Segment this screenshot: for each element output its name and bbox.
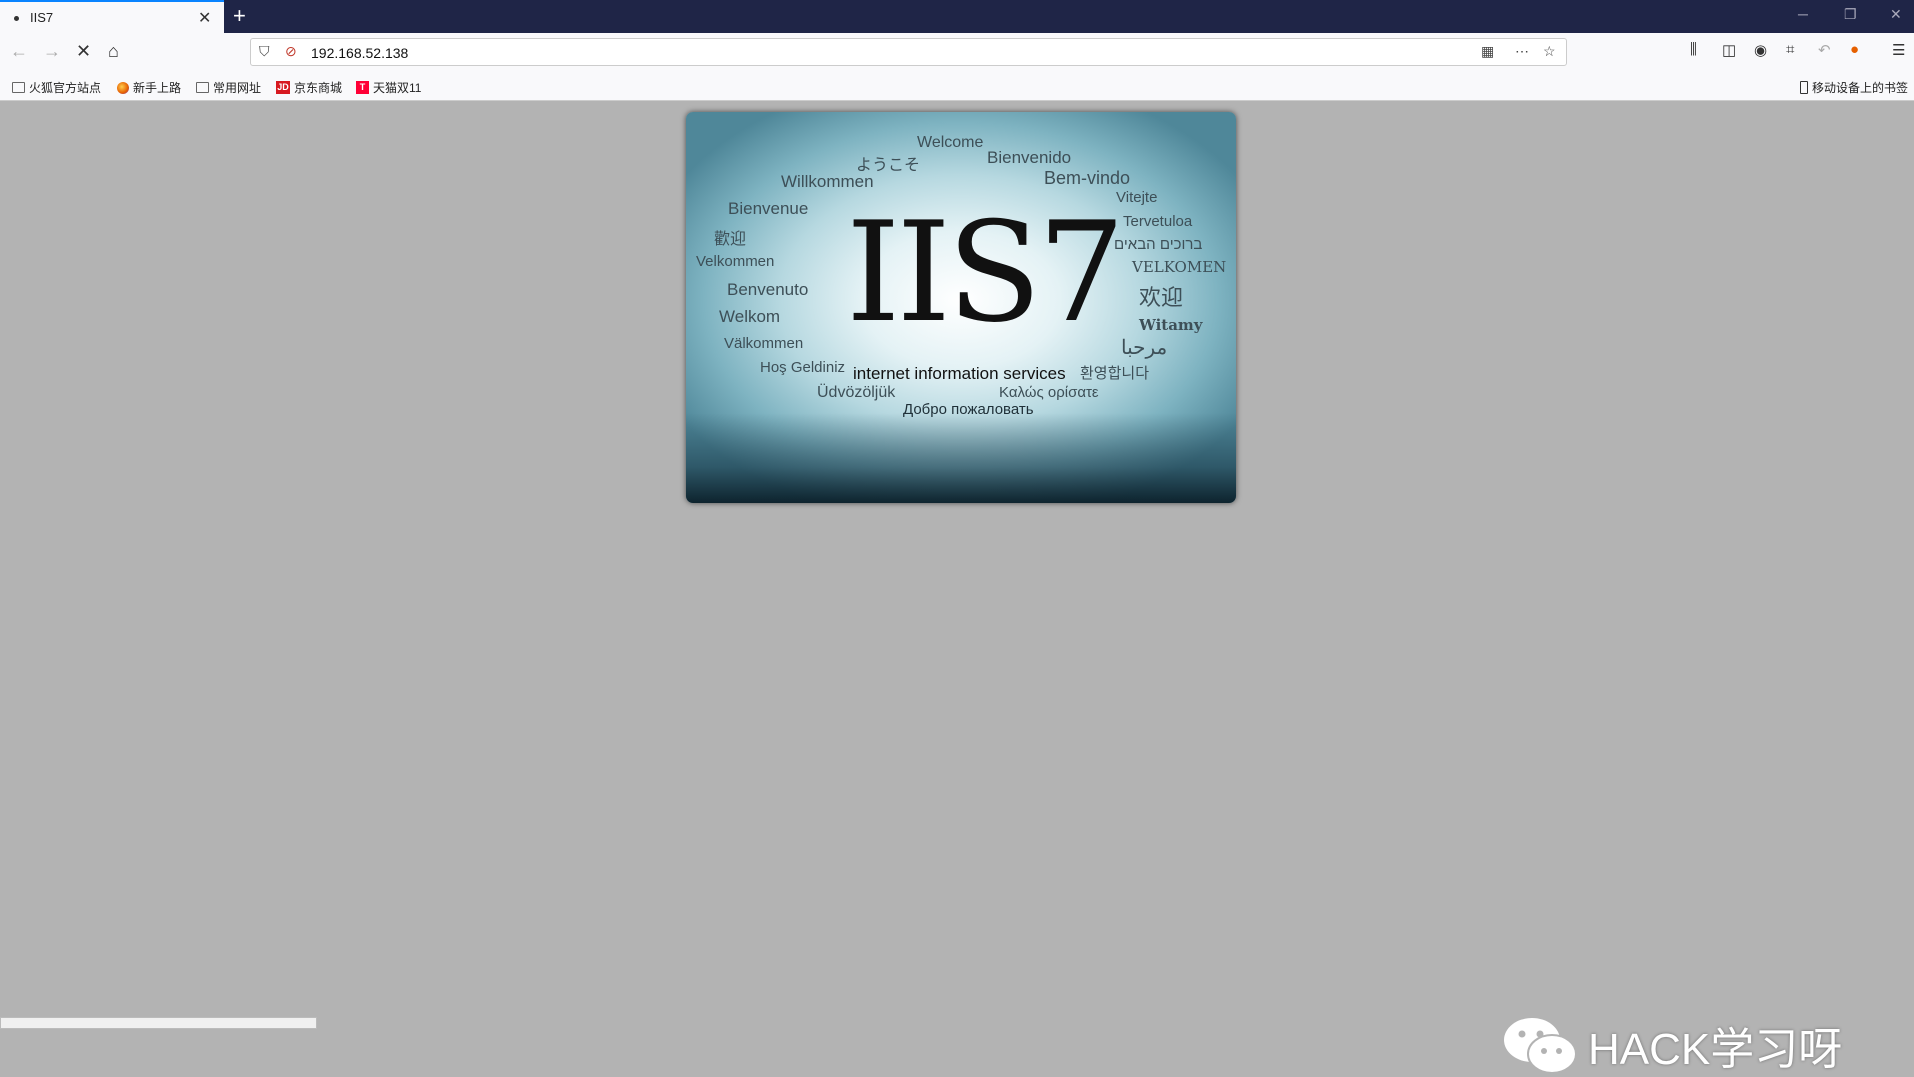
welcome-word: Καλώς ορίσατε [999,384,1099,401]
forward-icon[interactable]: → [43,41,61,62]
tab-bar: IIS7 ✕ + ─ ❐ ✕ [0,0,1914,33]
tmall-icon: T [356,81,369,94]
account-icon[interactable]: ◉ [1754,41,1767,59]
bookmark-label: 天猫双11 [373,81,422,95]
welcome-word: Benvenuto [727,280,809,299]
folder-icon [196,82,209,93]
iis7-subtitle: internet information services [853,364,1066,383]
library-icon[interactable]: ⫼ [1690,41,1697,58]
welcome-word: 欢迎 [1139,286,1184,311]
welcome-word: Welkom [719,307,781,326]
bookmark-item[interactable]: T 天猫双11 [356,79,421,96]
bookmark-label: 火狐官方站点 [29,81,102,95]
bookmark-label: 新手上路 [133,81,182,95]
bookmark-label: 京东商城 [294,81,343,95]
bookmark-star-icon[interactable]: ☆ [1543,43,1556,60]
watermark-text: HACK学习呀 [1588,1025,1843,1074]
welcome-word: Välkommen [724,335,804,352]
wechat-icon [1504,1018,1577,1074]
welcome-word: Tervetuloa [1123,213,1193,230]
sidebar-icon[interactable]: ◫ [1722,41,1736,59]
bookmark-item[interactable]: JD 京东商城 [276,79,342,96]
welcome-word: Bienvenue [728,199,809,218]
welcome-word: مرحبا [1121,335,1168,359]
undo-icon[interactable]: ↶ [1818,41,1831,59]
status-bar [0,1017,317,1029]
jd-icon: JD [276,81,290,94]
iis7-logo: IIS7 [846,192,1125,353]
bookmark-label: 常用网址 [213,81,262,95]
welcome-word: 환영합니다 [1080,365,1150,382]
firefox-icon [117,81,129,94]
bookmarks-bar: 火狐官方站点 新手上路 常用网址 JD 京东商城 T 天猫双11 移动设备上的书… [0,71,1914,101]
minimize-icon[interactable]: ─ [1798,6,1808,22]
bookmark-item[interactable]: 常用网址 [196,79,261,96]
welcome-word: Добро пожаловать [903,401,1034,418]
qr-code-icon[interactable]: ▦ [1481,43,1494,60]
bookmark-item[interactable]: 新手上路 [117,79,181,96]
mobile-device-icon [1800,81,1808,94]
insecure-lock-icon[interactable]: ⊘ [285,43,297,60]
bookmark-label: 移动设备上的书签 [1812,81,1909,95]
window-close-icon[interactable]: ✕ [1890,6,1902,23]
welcome-word: VELKOMEN [1132,258,1227,276]
new-tab-button[interactable]: + [233,3,246,29]
welcome-word: Bem-vindo [1044,168,1131,188]
welcome-word: Hoş Geldiniz [760,359,846,376]
menu-icon[interactable]: ☰ [1892,41,1905,59]
url-text[interactable]: 192.168.52.138 [311,45,408,61]
welcome-word: 歡迎 [714,231,747,248]
mobile-bookmarks[interactable]: 移动设备上的书签 [1800,79,1908,96]
welcome-word: Üdvözöljük [817,384,896,401]
welcome-word: Willkommen [781,172,874,191]
welcome-word: Vitejte [1116,189,1158,206]
watermark: HACK学习呀 [1502,1013,1842,1077]
tab-title: IIS7 [30,10,54,25]
extension-icon[interactable]: ● [1850,41,1859,58]
restore-icon[interactable]: ❐ [1844,6,1857,23]
home-icon[interactable]: ⌂ [108,41,119,62]
back-icon[interactable]: ← [10,41,28,62]
shield-icon[interactable]: ⛉ [259,43,270,60]
iis7-welcome-image: Welcome ようこそ Bienvenido Willkommen Bem-v… [686,112,1236,503]
loading-dot-icon [14,16,19,21]
screenshot-icon[interactable]: ⌗ [1786,41,1794,58]
close-icon[interactable]: ✕ [198,8,211,28]
welcome-word: ברוכים הבאים [1114,236,1203,253]
navigation-bar: ← → ✕ ⌂ ⛉ ⊘ 192.168.52.138 ▦ ⋯ ☆ ⫼ ◫ ◉ ⌗… [0,33,1914,71]
page-content: Welcome ようこそ Bienvenido Willkommen Bem-v… [0,101,1914,1074]
address-bar[interactable]: ⛉ ⊘ 192.168.52.138 ▦ ⋯ ☆ [250,38,1567,66]
welcome-word: Bienvenido [987,148,1072,167]
welcome-word: Welcome [917,134,984,151]
stop-loading-icon[interactable]: ✕ [76,41,91,62]
tab-iis7[interactable]: IIS7 ✕ [0,0,224,33]
welcome-word: Velkommen [696,253,775,270]
folder-icon [12,82,25,93]
bookmark-item[interactable]: 火狐官方站点 [12,79,101,96]
page-actions-icon[interactable]: ⋯ [1515,43,1529,60]
welcome-word: Witamy [1139,316,1203,334]
